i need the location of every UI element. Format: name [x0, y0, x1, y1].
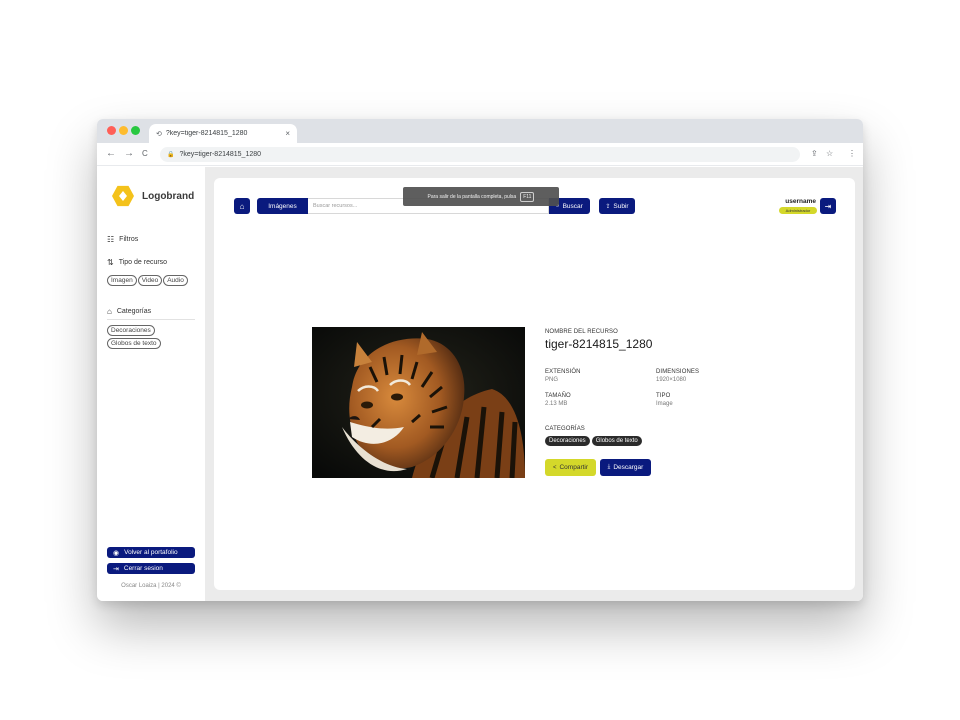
- sidebar-logout-label: Cerrar sesion: [123, 565, 163, 572]
- back-to-portfolio-label: Volver al portafolio: [124, 549, 178, 556]
- upload-button[interactable]: ⇪ Subir: [599, 198, 635, 214]
- filter-chip-globos-de-texto[interactable]: Globos de texto: [107, 338, 161, 349]
- logout-icon: ⇥: [113, 565, 119, 573]
- filters-label: Filtros: [119, 236, 139, 243]
- loading-icon: ⟲: [156, 130, 162, 138]
- header-logout-button[interactable]: ⇥: [820, 198, 836, 214]
- back-to-portfolio-button[interactable]: ◉ Volver al portafolio: [107, 547, 195, 558]
- fullscreen-notice: Para salir de la pantalla completa, puls…: [403, 187, 559, 206]
- home-icon: ⌂: [239, 201, 245, 211]
- bookmark-star-icon[interactable]: ☆: [826, 148, 833, 160]
- share-button-label: Compartir: [559, 464, 589, 471]
- resource-type-heading: ⇅ Tipo de recurso: [107, 258, 167, 267]
- tiger-illustration: [312, 327, 525, 478]
- size-value: 2.13 MB: [545, 401, 568, 407]
- dimensions-label: DIMENSIONES: [656, 369, 700, 375]
- page-viewport: Logobrand ☷ Filtros ⇅ Tipo de recurso Im…: [97, 167, 863, 601]
- main-panel: ⌂ Imágenes Buscar recursos... ⌕ Buscar ⇪…: [214, 178, 855, 590]
- share-icon: <: [552, 464, 557, 471]
- resource-preview-image: [312, 327, 525, 478]
- dimensions-value: 1920×1080: [656, 377, 687, 383]
- tab-title: ?key=tiger-8214815_1280: [165, 130, 248, 137]
- categories-heading: ⌂ Categorías: [107, 307, 151, 316]
- categories-divider: [107, 319, 195, 320]
- brand-name: Logobrand: [142, 190, 195, 202]
- search-type-select[interactable]: Imágenes: [257, 198, 308, 214]
- browser-window: ⟲ ?key=tiger-8214815_1280 × ← → C 🔒 ?key…: [97, 119, 863, 601]
- extension-value: PNG: [545, 377, 559, 383]
- back-icon[interactable]: ←: [106, 148, 116, 160]
- upload-icon: ⇪: [605, 203, 611, 210]
- resource-type-filters: Imagen Video Audio: [107, 275, 199, 286]
- fullscreen-key: F11: [520, 191, 535, 202]
- username: username: [785, 198, 816, 205]
- tab-bar: ⟲ ?key=tiger-8214815_1280 ×: [97, 119, 863, 143]
- url-text: ?key=tiger-8214815_1280: [179, 151, 262, 158]
- download-icon: ⤓: [607, 464, 611, 470]
- resource-categories: Decoraciones Globos de texto: [545, 436, 642, 446]
- tab-close-icon[interactable]: ×: [285, 129, 290, 138]
- categories-label: Categorías: [116, 308, 152, 315]
- share-button[interactable]: < Compartir: [545, 459, 596, 476]
- close-window-button[interactable]: [107, 126, 116, 135]
- address-bar: ← → C 🔒 ?key=tiger-8214815_1280 ⇪ ☆ ⋮: [97, 143, 863, 166]
- browser-menu-icon[interactable]: ⋮: [848, 148, 856, 160]
- role-badge: Administrador: [779, 207, 817, 214]
- logout-icon: ⇥: [824, 201, 832, 211]
- extension-label: EXTENSIÓN: [545, 369, 581, 375]
- filter-chip-decoraciones[interactable]: Decoraciones: [107, 325, 155, 336]
- sidebar: Logobrand ☷ Filtros ⇅ Tipo de recurso Im…: [97, 167, 205, 601]
- forward-icon[interactable]: →: [124, 148, 134, 160]
- sort-az-icon: ⇅: [107, 258, 114, 267]
- resource-type-label: Tipo de recurso: [118, 259, 168, 266]
- maximize-window-button[interactable]: [131, 126, 140, 135]
- filter-chip-video[interactable]: Video: [137, 275, 163, 286]
- type-label: TIPO: [656, 393, 671, 399]
- home-button[interactable]: ⌂: [234, 198, 250, 214]
- brand-logo[interactable]: Logobrand: [112, 185, 194, 207]
- type-value: Image: [656, 401, 673, 407]
- category-chip-decoraciones[interactable]: Decoraciones: [545, 436, 590, 446]
- filter-chip-image[interactable]: Imagen: [107, 275, 137, 286]
- category-chip-globos-de-texto[interactable]: Globos de texto: [591, 436, 642, 446]
- fullscreen-notice-text: Para salir de la pantalla completa, puls…: [427, 193, 517, 200]
- sidebar-logout-button[interactable]: ⇥ Cerrar sesion: [107, 563, 195, 574]
- lock-icon: 🔒: [167, 152, 175, 158]
- search-button-label: Buscar: [562, 202, 583, 210]
- download-button[interactable]: ⤓ Descargar: [600, 459, 651, 476]
- filter-chip-audio[interactable]: Audio: [163, 275, 188, 286]
- footer-credit: Oscar Loaiza | 2024 ©: [121, 583, 181, 589]
- resource-name-label: NOMBRE DEL RECURSO: [545, 329, 618, 335]
- filters-heading: ☷ Filtros: [107, 235, 138, 244]
- url-field[interactable]: 🔒 ?key=tiger-8214815_1280: [160, 147, 800, 162]
- category-filters: Decoraciones Globos de texto: [107, 325, 199, 349]
- categories-label: CATEGORÍAS: [545, 426, 585, 432]
- globe-icon: ◉: [113, 549, 120, 557]
- resource-name: tiger-8214815_1280: [545, 337, 653, 351]
- browser-tab[interactable]: ⟲ ?key=tiger-8214815_1280 ×: [149, 124, 297, 143]
- sliders-icon: ☷: [107, 235, 115, 244]
- download-button-label: Descargar: [613, 464, 644, 471]
- share-page-icon[interactable]: ⇪: [811, 148, 818, 160]
- size-label: TAMAÑO: [545, 393, 571, 399]
- reload-icon[interactable]: C: [142, 148, 148, 160]
- upload-button-label: Subir: [613, 202, 629, 210]
- minimize-window-button[interactable]: [119, 126, 128, 135]
- logo-hexagon-icon: [112, 185, 134, 207]
- shapes-icon: ⌂: [107, 307, 112, 316]
